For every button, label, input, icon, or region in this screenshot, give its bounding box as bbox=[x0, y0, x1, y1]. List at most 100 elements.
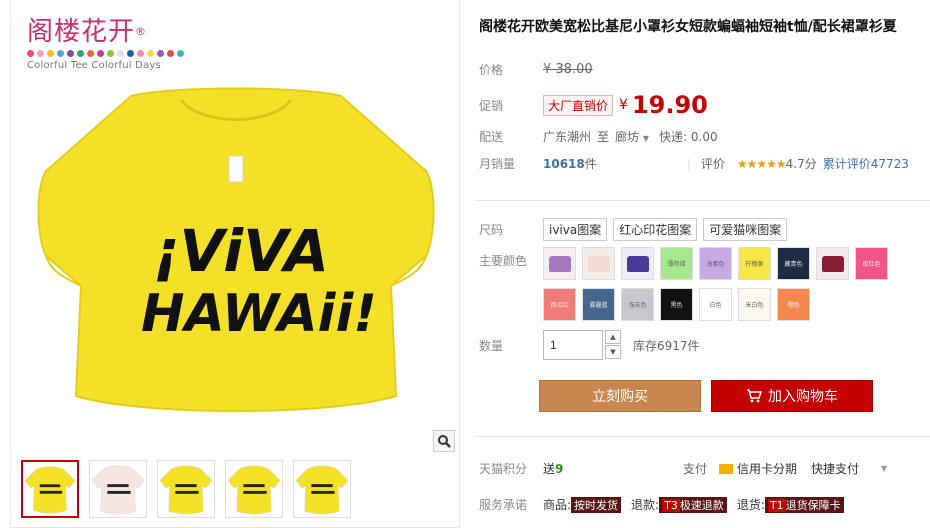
product-gallery: 阁楼花开® Colorful Tee Colorful Days ¡ViVA H… bbox=[10, 0, 460, 528]
sales-label: 月销量 bbox=[479, 157, 516, 171]
brand-dot bbox=[117, 50, 124, 57]
brand-dot bbox=[47, 50, 54, 57]
color-swatch-label: 柠檬黄 bbox=[745, 261, 764, 268]
review-label: 评价 bbox=[700, 157, 725, 171]
thumbnail-4[interactable] bbox=[225, 460, 283, 518]
promo-label: 促销 bbox=[479, 98, 504, 113]
add-to-cart-button[interactable]: 加入购物车 bbox=[711, 380, 873, 412]
color-swatch-tee bbox=[626, 255, 649, 272]
thumbnail-1[interactable] bbox=[21, 460, 79, 518]
service-return-tag[interactable]: T1 退货保障卡 bbox=[764, 496, 844, 513]
price-row: 价格 ¥ 38.00 bbox=[479, 61, 593, 78]
print-line-1: ¡ViVA bbox=[153, 217, 329, 285]
size-option-2[interactable]: 红心印花图案 bbox=[613, 218, 698, 241]
color-swatch-9[interactable]: 玫红色 bbox=[855, 247, 888, 280]
color-swatch-label: 米白色 bbox=[745, 302, 764, 309]
color-swatch-5[interactable]: 浅紫色 bbox=[699, 247, 732, 280]
divider bbox=[475, 200, 930, 201]
thumbnail-5[interactable] bbox=[293, 460, 351, 518]
price-label: 价格 bbox=[479, 63, 504, 77]
color-swatch-10[interactable]: 西瓜红 bbox=[543, 288, 576, 321]
brand-dot bbox=[127, 50, 134, 57]
brand-dot bbox=[87, 50, 94, 57]
promo-currency: ¥ bbox=[619, 97, 628, 113]
chevron-down-icon[interactable]: ▼ bbox=[881, 464, 887, 473]
thumbnail-3[interactable] bbox=[157, 460, 215, 518]
service-goods-tag[interactable]: 按时发货 bbox=[571, 496, 622, 513]
color-swatch-7[interactable]: 藏青色 bbox=[777, 247, 810, 280]
sales-unit: 件 bbox=[584, 157, 597, 171]
size-option-3[interactable]: 可爱猫咪图案 bbox=[703, 218, 788, 241]
service-goods-label: 商品: bbox=[543, 498, 572, 512]
shipping-label: 配送 bbox=[479, 130, 504, 144]
product-title: 阁楼花开欧美宽松比基尼小罩衫女短款蝙蝠袖短袖t恤/配长裙罩衫夏 bbox=[479, 19, 897, 35]
ship-to-select[interactable]: 廊坊 ▼ bbox=[615, 128, 649, 145]
color-swatch-label: 西瓜红 bbox=[550, 302, 569, 309]
return-tag-label: 退货保障卡 bbox=[785, 498, 841, 512]
service-refund-label: 退款: bbox=[631, 498, 660, 512]
quantity-decrease-button[interactable]: ▼ bbox=[605, 345, 621, 359]
quantity-label: 数量 bbox=[479, 338, 504, 353]
brand-dot bbox=[177, 50, 184, 57]
brand-dot bbox=[57, 50, 64, 57]
service-refund-tag[interactable]: T3 极速退款 bbox=[659, 496, 727, 513]
color-swatch-tee bbox=[587, 255, 610, 272]
color-swatch-label: 藏青色 bbox=[784, 261, 803, 268]
color-swatch-label: 薄荷绿 bbox=[667, 261, 686, 268]
service-row: 服务承诺 商品: 按时发货 退款: T3 极速退款 退货: T1 退货保障卡 bbox=[479, 496, 844, 513]
chevron-down-icon: ▼ bbox=[642, 134, 650, 143]
color-swatch-13[interactable]: 黑色 bbox=[660, 288, 693, 321]
main-product-image[interactable]: ¡ViVA HAWAii! bbox=[31, 86, 441, 422]
quantity-input[interactable] bbox=[543, 330, 603, 360]
color-swatch-2[interactable] bbox=[582, 247, 615, 280]
sales-row: 月销量 10618 件 | 评价 ★★★★★ 4.7分 累计评价47723 bbox=[479, 155, 909, 172]
color-swatch-6[interactable]: 柠檬黄 bbox=[738, 247, 771, 280]
shipping-row: 配送 广东潮州 至 廊坊 ▼ 快递: 0.00 bbox=[479, 128, 718, 145]
ship-to-city: 廊坊 bbox=[615, 130, 640, 144]
points-value: 9 bbox=[555, 462, 564, 476]
color-swatch-tee bbox=[821, 255, 844, 272]
size-option-1[interactable]: iviva图案 bbox=[543, 218, 608, 241]
quantity-stepper: ▲ ▼ bbox=[605, 330, 621, 360]
brand-dot bbox=[27, 50, 34, 57]
quick-pay-option[interactable]: 快捷支付 bbox=[811, 460, 859, 477]
color-swatch-15[interactable]: 米白色 bbox=[738, 288, 771, 321]
brand-logo[interactable]: 阁楼花开® Colorful Tee Colorful Days bbox=[27, 18, 184, 71]
buy-now-button[interactable]: 立刻购买 bbox=[539, 380, 701, 412]
original-price: ¥ 38.00 bbox=[543, 62, 593, 77]
color-swatch-1[interactable] bbox=[543, 247, 576, 280]
sales-count: 10618 bbox=[543, 156, 585, 171]
points-label: 天猫积分 bbox=[479, 462, 528, 476]
color-swatch-3[interactable] bbox=[621, 247, 654, 280]
color-swatch-12[interactable]: 浅灰色 bbox=[621, 288, 654, 321]
points-row: 天猫积分 送9 支付 信用卡分期 快捷支付 ▼ bbox=[479, 460, 887, 477]
color-swatch-8[interactable] bbox=[816, 247, 849, 280]
color-swatch-11[interactable]: 雾霾蓝 bbox=[582, 288, 615, 321]
brand-dot bbox=[157, 50, 164, 57]
points-prefix: 送 bbox=[543, 462, 556, 476]
rating-score: 4.7分 bbox=[785, 157, 817, 171]
color-swatch-16[interactable]: 橙色 bbox=[777, 288, 810, 321]
color-swatch-label: 雾霾蓝 bbox=[589, 302, 608, 309]
brand-dot bbox=[107, 50, 114, 57]
brand-name: 阁楼花开® bbox=[27, 17, 148, 47]
color-swatch-label: 浅灰色 bbox=[628, 302, 647, 309]
brand-slogan: Colorful Tee Colorful Days bbox=[27, 60, 161, 71]
ship-to-word: 至 bbox=[597, 130, 610, 144]
brand-dot bbox=[137, 50, 144, 57]
size-label: 尺码 bbox=[479, 223, 504, 237]
total-reviews-link[interactable]: 累计评价47723 bbox=[823, 155, 909, 172]
brand-color-dots bbox=[27, 50, 184, 57]
brand-dot bbox=[147, 50, 154, 57]
quantity-increase-button[interactable]: ▲ bbox=[605, 330, 621, 344]
brand-dot bbox=[77, 50, 84, 57]
magnifier-icon[interactable] bbox=[433, 430, 455, 452]
thumbnail-2[interactable] bbox=[89, 460, 147, 518]
credit-installment-option[interactable]: 信用卡分期 bbox=[719, 460, 797, 477]
promo-tag: 大厂直销价 bbox=[543, 94, 614, 116]
refund-code: T3 bbox=[662, 498, 680, 512]
color-swatches: 薄荷绿 浅紫色 柠檬黄 藏青色 玫红色西瓜红 雾霾蓝 浅灰色 黑色 白色 米白色 橙色 bbox=[543, 247, 888, 321]
credit-installment-label: 信用卡分期 bbox=[737, 462, 798, 476]
color-swatch-4[interactable]: 薄荷绿 bbox=[660, 247, 693, 280]
color-swatch-14[interactable]: 白色 bbox=[699, 288, 732, 321]
